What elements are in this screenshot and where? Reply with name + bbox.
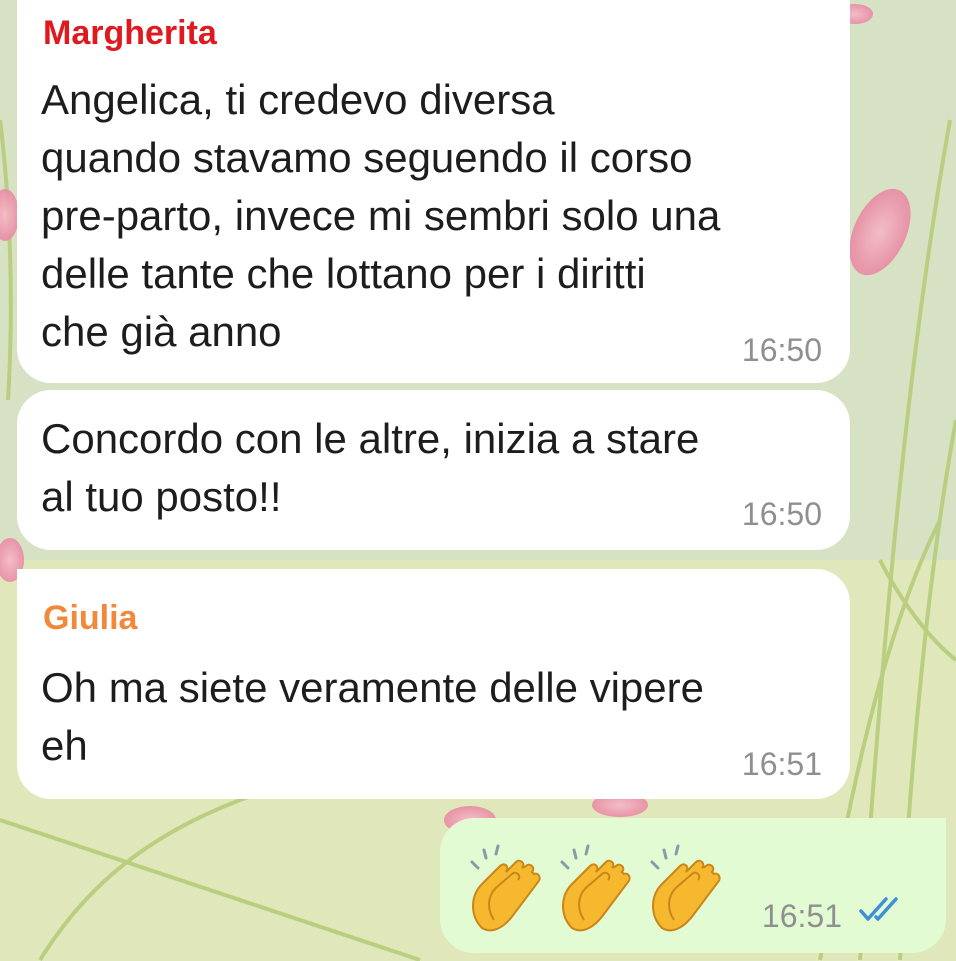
clapping-hands-icon <box>560 844 631 932</box>
message-bubble-giulia[interactable]: Giulia Oh ma siete veramente delle viper… <box>17 569 850 799</box>
message-text: Angelica, ti credevo diversa quando stav… <box>41 76 721 355</box>
sender-name[interactable]: Giulia <box>43 599 137 638</box>
double-check-icon <box>859 897 898 921</box>
sender-name[interactable]: Margherita <box>43 14 217 53</box>
message-bubble-continuation[interactable]: Concordo con le altre, inizia a stare al… <box>17 390 850 550</box>
message-text: Concordo con le altre, inizia a stare al… <box>41 415 700 520</box>
message-time: 16:50 <box>741 332 822 368</box>
message-time: 16:51 <box>741 746 822 782</box>
message-text: Oh ma siete veramente delle vipere eh <box>41 664 704 769</box>
message-bubble-margherita[interactable]: Margherita Angelica, ti credevo diversa … <box>17 0 850 383</box>
message-bubble-outgoing[interactable]: 16:51 <box>440 818 946 953</box>
clapping-hands-icon <box>650 844 721 932</box>
message-time: 16:50 <box>741 496 822 532</box>
clapping-hands-icon <box>470 844 541 932</box>
message-time: 16:51 <box>761 898 842 934</box>
emoji-row <box>464 844 724 936</box>
